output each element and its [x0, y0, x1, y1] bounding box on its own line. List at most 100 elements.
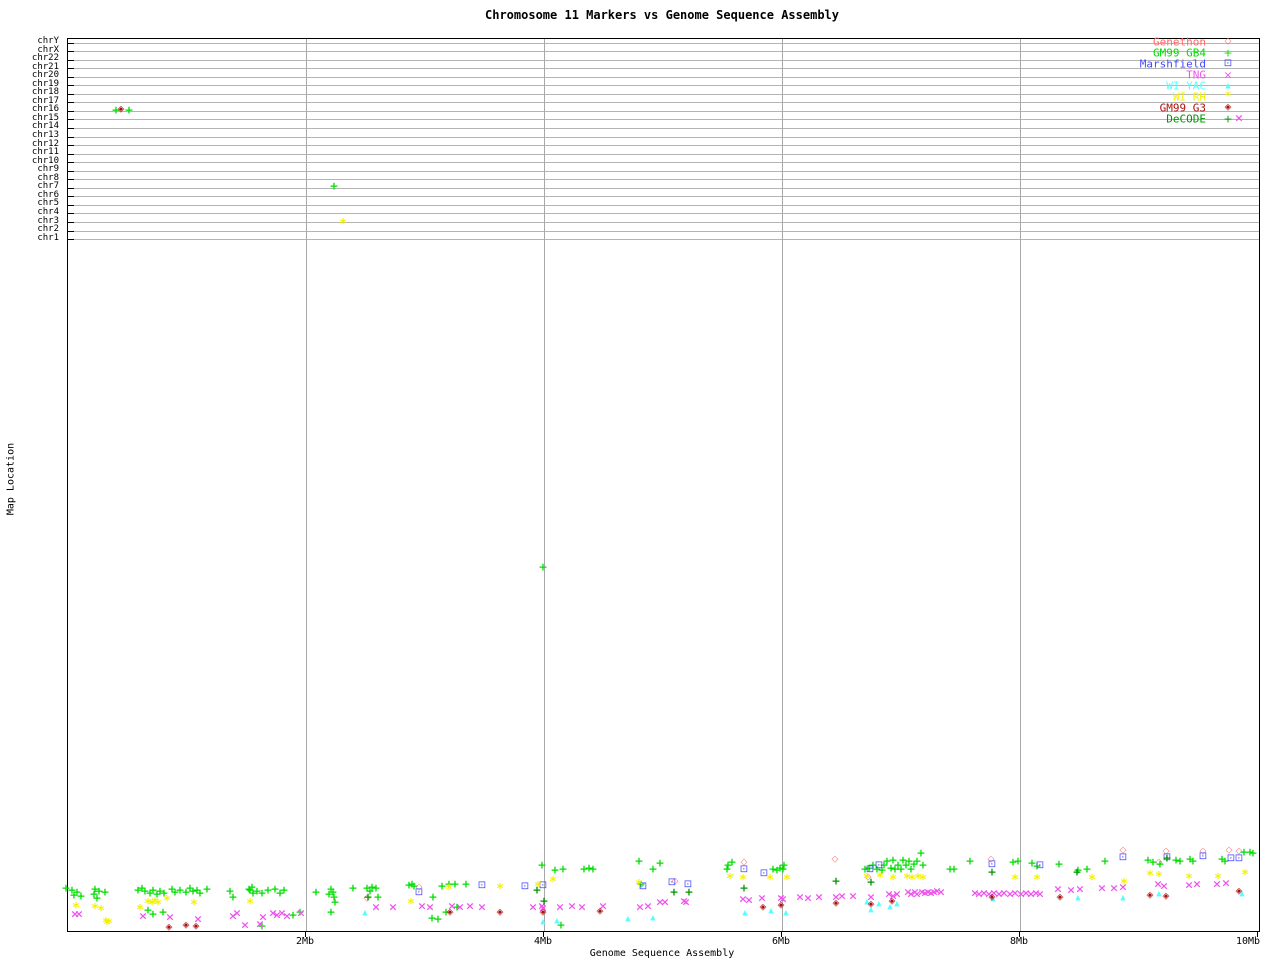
y-axis-tick: [68, 239, 74, 241]
marker-tng: ×: [567, 899, 577, 913]
chart-title: Chromosome 11 Markers vs Genome Sequence…: [484, 8, 840, 22]
y-axis-tick: [68, 179, 74, 181]
marker-wi-rh: *: [496, 882, 504, 898]
chromosome-row-line: [74, 76, 1259, 78]
marker-tng: ×: [296, 906, 306, 920]
marker-gm99-g3: ◈: [446, 907, 454, 918]
marker-gm99-g3: ◈: [596, 906, 604, 917]
marker-gm99-g3: ◈: [832, 898, 840, 909]
marker-wi-rh: *: [246, 897, 254, 913]
chromosome-row-line: [74, 93, 1259, 95]
marker-wi-rh: *: [549, 875, 557, 891]
y-axis-tick: [68, 162, 74, 164]
marker-wi-rh: *: [1155, 870, 1163, 886]
marker-gm99-g3: ◈: [777, 900, 785, 911]
chromosome-row-label: chr1: [37, 232, 59, 243]
marker-marshfield: ⊡: [477, 879, 487, 891]
marker-wi-rh: *: [72, 901, 80, 917]
marker-genethon: ◇: [831, 854, 839, 865]
marker-marshfield: ⊡: [1035, 859, 1045, 871]
marker-gm99-g3: ◈: [1056, 892, 1064, 903]
y-axis-tick: [68, 127, 74, 129]
marker-tng: ×: [1097, 881, 1107, 895]
y-axis-tick: [68, 102, 74, 104]
marker-gm99-gb4: +: [1100, 854, 1110, 868]
marker-tng: ×: [1221, 876, 1231, 890]
marker-gm99-gb4: +: [1175, 854, 1185, 868]
marker-tng: ×: [803, 891, 813, 905]
marker-wi-yac: ▲: [540, 917, 546, 926]
marker-gm99-gb4: +: [588, 862, 598, 876]
marker-wi-yac: ▲: [1075, 893, 1081, 902]
marker-decode: +: [866, 875, 876, 889]
marker-wi-rh: *: [726, 872, 734, 888]
marker-tng: ×: [425, 900, 435, 914]
marker-tng: ×: [555, 900, 565, 914]
legend-marker-wi-yac: ▲: [1225, 81, 1231, 90]
marker-wi-rh: *: [1214, 872, 1222, 888]
y-axis-tick: [68, 153, 74, 155]
marker-tng: ×: [660, 895, 670, 909]
marker-wi-rh: *: [1146, 869, 1154, 885]
marker-wi-rh: *: [1088, 873, 1096, 889]
marker-gm99-gb4: +: [1054, 857, 1064, 871]
marker-gm99-g3: ◈: [117, 104, 125, 115]
y-axis-tick: [68, 213, 74, 215]
y-axis-tick: [68, 136, 74, 138]
marker-gm99-g3: ◈: [888, 896, 896, 907]
chromosome-row-line: [74, 145, 1259, 147]
marker-gm99-g3: ◈: [867, 899, 875, 910]
y-axis-tick: [68, 76, 74, 78]
chromosome-row-line: [74, 187, 1259, 189]
legend-marker-gm99-g3: ◈: [1224, 102, 1232, 113]
marker-wi-yac: ▲: [650, 913, 656, 922]
marker-tng: ×: [165, 910, 175, 924]
marker-decode: +: [831, 874, 841, 888]
marker-gm99-gb4: +: [727, 855, 737, 869]
marker-wi-rh: *: [919, 873, 927, 889]
y-axis-tick: [68, 196, 74, 198]
marker-tng: ×: [371, 900, 381, 914]
legend-marker-genethon: ◇: [1224, 36, 1232, 47]
chromosome-row-line: [74, 110, 1259, 112]
x-tick-label: 2Mb: [295, 936, 315, 947]
marker-wi-yac: ▲: [362, 908, 368, 917]
chromosome-row-line: [74, 170, 1259, 172]
marker-wi-rh: *: [190, 898, 198, 914]
marker-tng: ×: [848, 889, 858, 903]
marker-wi-rh: *: [1011, 873, 1019, 889]
marker-wi-rh: *: [1241, 868, 1249, 884]
marker-tng: ×: [814, 890, 824, 904]
y-axis-tick: [68, 119, 74, 121]
chromosome-row-line: [74, 162, 1259, 164]
y-axis-tick: [68, 187, 74, 189]
marker-wi-yac: ▲: [876, 899, 882, 908]
y-axis-tick: [68, 204, 74, 206]
marker-gm99-gb4: +: [949, 862, 959, 876]
marker-wi-yac: ▲: [768, 906, 774, 915]
marker-gm99-gb4: +: [779, 858, 789, 872]
marker-gm99-gb4: +: [655, 856, 665, 870]
plot-area: [67, 38, 1260, 932]
y-axis-tick: [68, 93, 74, 95]
marker-tng: ×: [282, 909, 292, 923]
marker-gm99-g3: ◈: [1146, 890, 1154, 901]
marker-gm99-gb4: +: [76, 889, 86, 903]
marker-gm99-gb4: +: [461, 877, 471, 891]
marker-tng: ×: [744, 893, 754, 907]
marker-gm99-gb4: +: [202, 882, 212, 896]
marker-gm99-gb4: +: [326, 905, 336, 919]
marker-gm99-gb4: +: [311, 885, 321, 899]
x-tick-label: 8Mb: [1009, 936, 1029, 947]
marker-marshfield: ⊡: [1234, 852, 1244, 864]
chromosome-row-line: [74, 127, 1259, 129]
marker-wi-rh: *: [339, 217, 347, 233]
marker-wi-rh: *: [889, 873, 897, 889]
marker-gm99-g3: ◈: [1235, 886, 1243, 897]
marker-tng: ×: [1035, 887, 1045, 901]
marker-decode: +: [539, 894, 549, 908]
chromosome-row-line: [74, 85, 1259, 87]
y-axis-tick: [68, 85, 74, 87]
marker-wi-yac: ▲: [1120, 893, 1126, 902]
x-tick-label: 4Mb: [533, 936, 553, 947]
